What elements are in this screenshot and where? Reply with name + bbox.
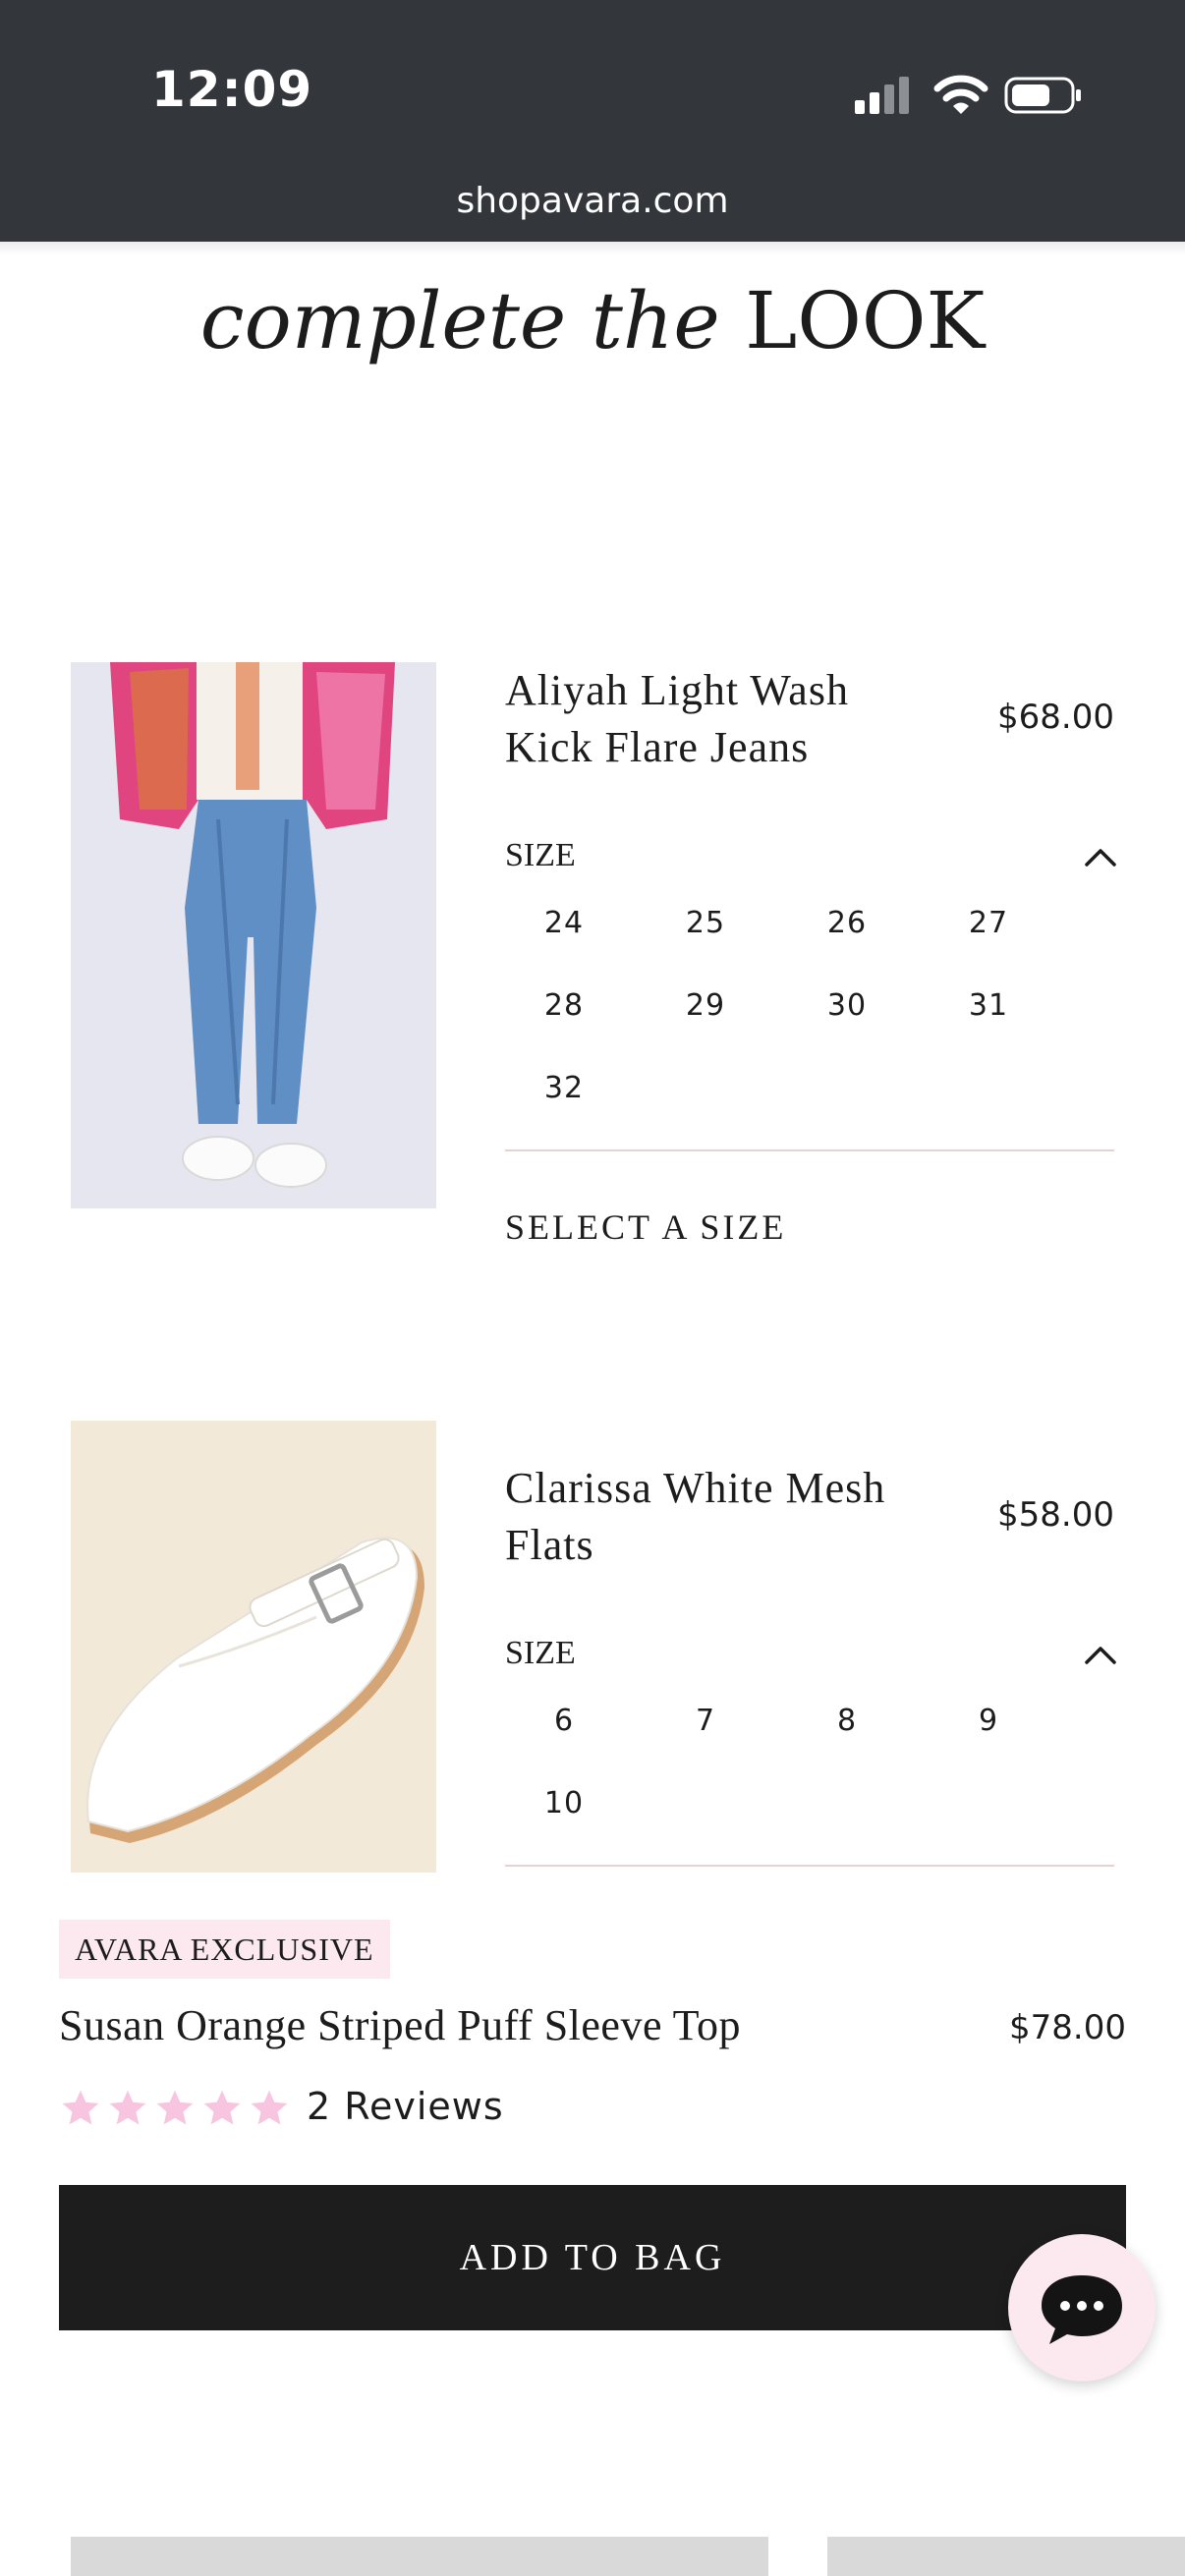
star-icon <box>203 2090 241 2125</box>
divider <box>505 1865 1114 1867</box>
size-option[interactable]: 25 <box>647 906 764 940</box>
size-option[interactable]: 31 <box>930 988 1047 1023</box>
size-option[interactable]: 26 <box>788 906 906 940</box>
recommendation-card[interactable] <box>71 2537 768 2576</box>
size-label-jeans: SIZE <box>505 837 576 873</box>
chevron-up-icon[interactable] <box>1081 1639 1120 1668</box>
chevron-up-icon[interactable] <box>1081 841 1120 870</box>
select-size-button[interactable]: SELECT A SIZE <box>505 1206 786 1248</box>
star-icon <box>109 2090 146 2125</box>
chat-button[interactable] <box>1008 2234 1156 2381</box>
size-option[interactable]: 7 <box>647 1704 764 1738</box>
signal-icon <box>855 77 909 114</box>
flats-photo <box>71 1421 436 1873</box>
product-price-jeans: $68.00 <box>997 698 1114 737</box>
status-time: 12:09 <box>151 61 313 118</box>
rating-stars[interactable] <box>59 2087 291 2132</box>
reviews-link[interactable]: 2 Reviews <box>307 2085 504 2128</box>
browser-status-bar: 12:09 shopavara.com <box>0 0 1185 242</box>
size-option[interactable]: 24 <box>505 906 623 940</box>
exclusive-badge: AVARA EXCLUSIVE <box>59 1920 390 1979</box>
add-to-bag-button[interactable]: ADD TO BAG <box>59 2185 1126 2330</box>
star-icon <box>251 2090 288 2125</box>
jeans-photo <box>71 662 436 1208</box>
size-option[interactable]: 9 <box>930 1704 1047 1738</box>
section-title-caps: LOOK <box>745 275 986 366</box>
main-product-price: $78.00 <box>1009 2008 1126 2047</box>
header-shadow <box>0 242 1185 255</box>
section-title: complete the LOOK <box>0 275 1185 366</box>
product-name-jeans[interactable]: Aliyah Light Wash Kick Flare Jeans <box>505 662 918 776</box>
size-option[interactable]: 10 <box>505 1786 623 1820</box>
size-option[interactable]: 27 <box>930 906 1047 940</box>
size-option[interactable]: 32 <box>505 1071 623 1105</box>
main-product-name: Susan Orange Striped Puff Sleeve Top <box>59 2001 741 2049</box>
product-price-flats: $58.00 <box>997 1495 1114 1535</box>
wifi-icon <box>933 75 988 114</box>
size-option[interactable]: 30 <box>788 988 906 1023</box>
status-icons <box>855 75 1081 114</box>
chat-icon <box>1042 2275 1122 2344</box>
size-option[interactable]: 29 <box>647 988 764 1023</box>
star-icon <box>156 2090 194 2125</box>
section-title-italic: complete the <box>199 275 720 366</box>
product-image-flats[interactable] <box>71 1421 436 1873</box>
divider <box>505 1149 1114 1151</box>
url-bar[interactable]: shopavara.com <box>0 181 1185 221</box>
size-option[interactable]: 28 <box>505 988 623 1023</box>
size-option[interactable]: 6 <box>505 1704 623 1738</box>
size-options-jeans: 24 25 26 27 28 29 30 31 32 <box>505 906 1114 1122</box>
product-name-flats[interactable]: Clarissa White Mesh Flats <box>505 1460 918 1574</box>
size-label-flats: SIZE <box>505 1635 576 1671</box>
star-icon <box>62 2090 99 2125</box>
recommendation-card[interactable] <box>827 2537 1185 2576</box>
size-option[interactable]: 8 <box>788 1704 906 1738</box>
product-image-jeans[interactable] <box>71 662 436 1208</box>
battery-icon <box>1004 77 1081 114</box>
size-options-flats: 6 7 8 9 10 <box>505 1704 1114 1841</box>
